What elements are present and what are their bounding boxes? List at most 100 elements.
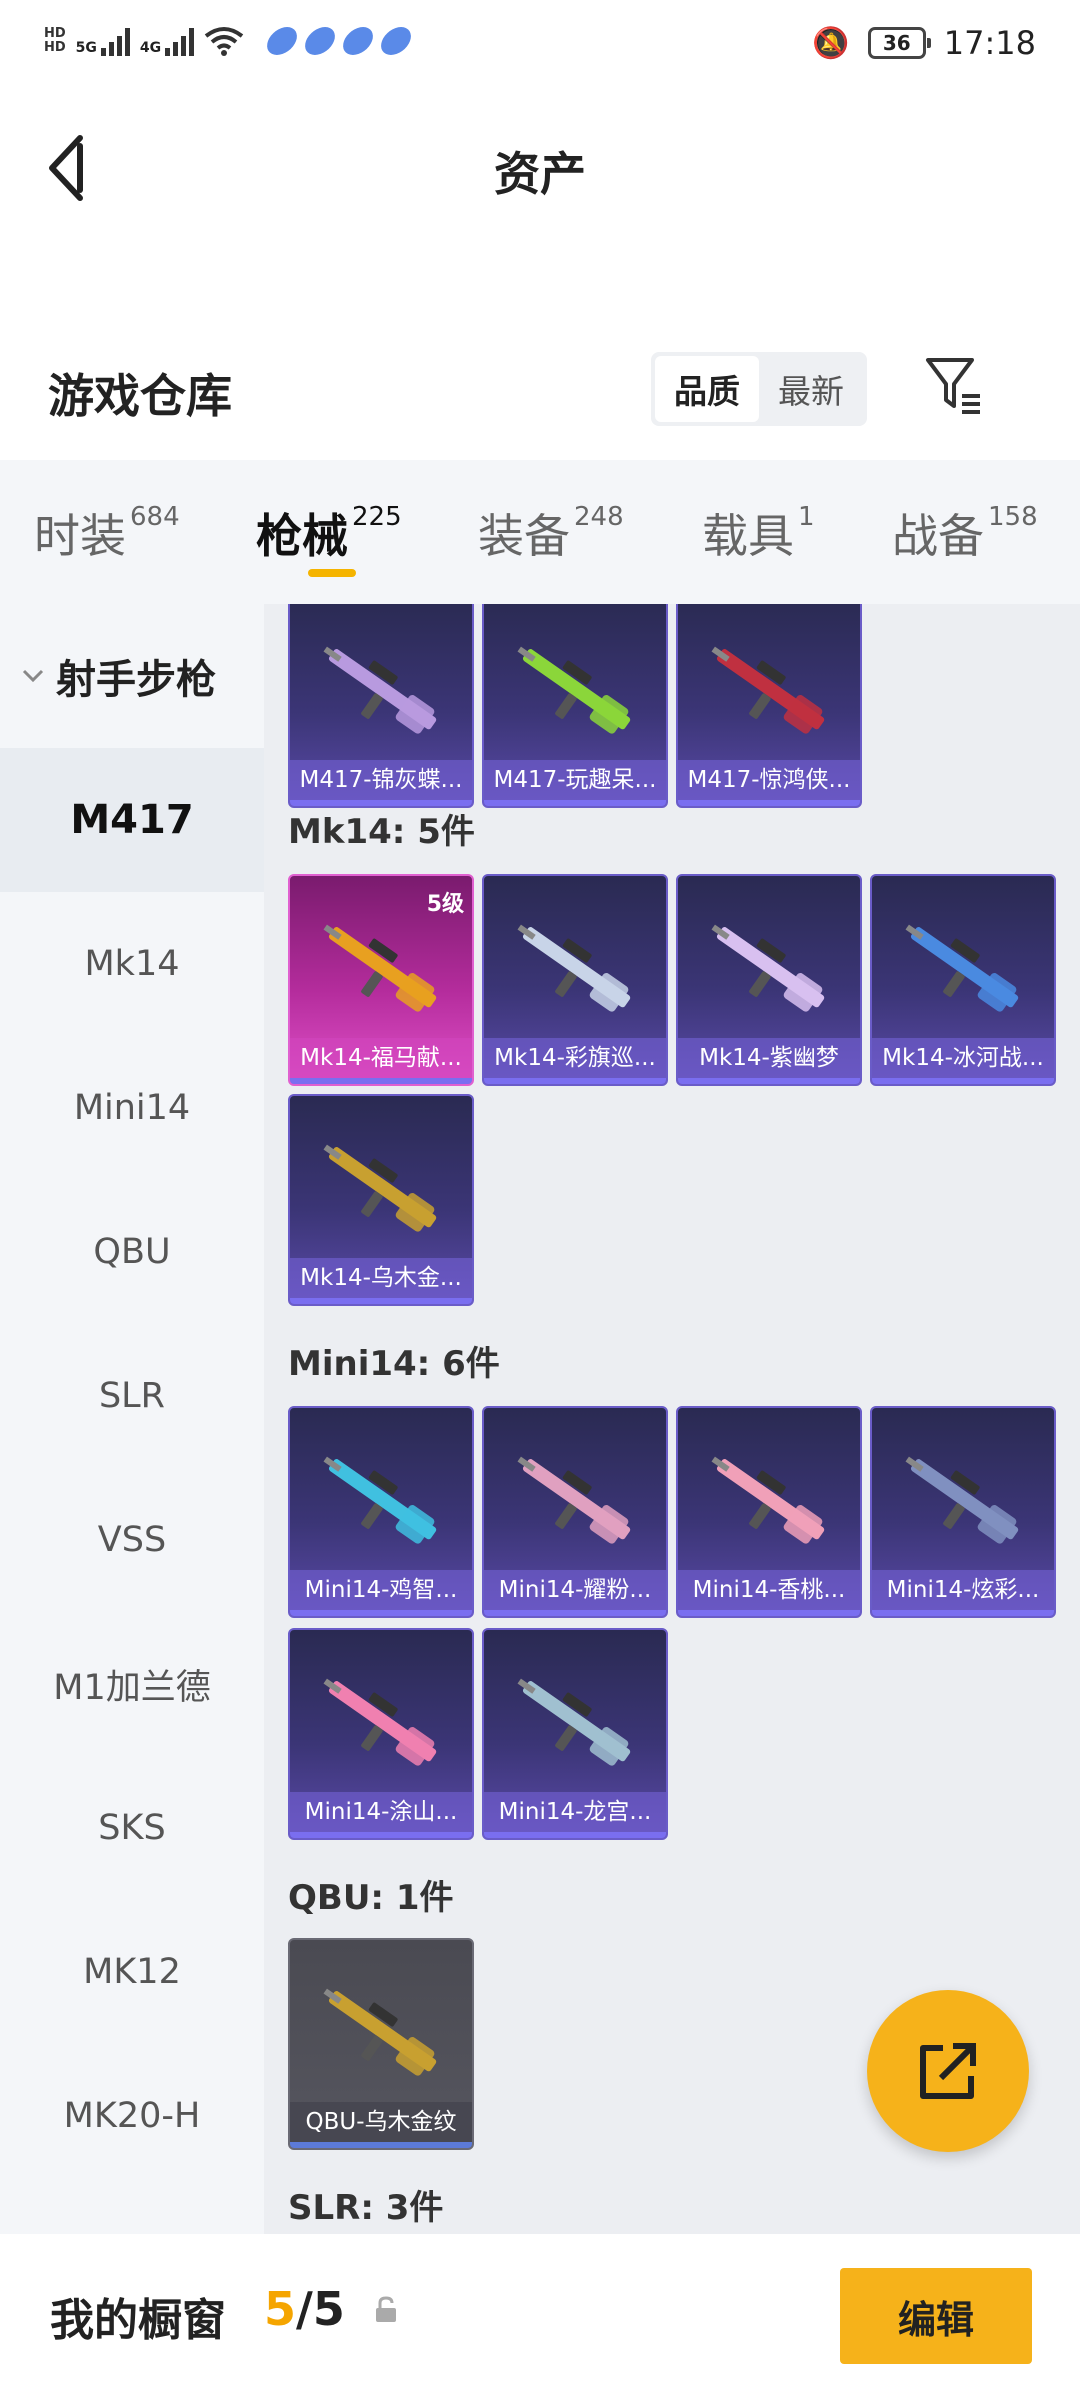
showcase-separator: /: [296, 2282, 313, 2336]
weapon-skin-image: [323, 1988, 437, 2076]
weapon-name: Mini14-鸡智...: [290, 1570, 472, 1610]
section-title-qbu: QBU: 1件: [288, 1878, 454, 1918]
weapon-skin-image: [711, 1456, 825, 1544]
battery-icon: 36: [867, 27, 931, 59]
section-title-mk14: Mk14: 5件: [288, 812, 475, 852]
wifi-icon: [204, 27, 244, 56]
sidebar-item-mk12[interactable]: MK12: [0, 1900, 264, 2044]
weapon-name: Mk14-福马献...: [290, 1038, 472, 1078]
tab-count: 684: [130, 502, 180, 532]
app-notification-icon: [339, 27, 378, 55]
weapon-skin-image: [517, 924, 631, 1012]
filter-icon[interactable]: [924, 356, 984, 416]
sidebar-item-qbu[interactable]: QBU: [0, 1180, 264, 1324]
signal-5g-icon: 5G: [76, 26, 130, 56]
weapon-name: Mk14-彩旗巡...: [484, 1038, 666, 1078]
weapon-skin-image: [711, 646, 825, 734]
warehouse-title: 游戏仓库: [48, 369, 232, 423]
weapon-card[interactable]: Mk14-彩旗巡...: [482, 874, 668, 1086]
signal-4g-icon: 4G: [140, 26, 195, 56]
clock: 17:18: [943, 24, 1036, 62]
weapon-name: Mk14-紫幽梦: [678, 1038, 860, 1078]
weapon-name: Mini14-龙宫...: [484, 1792, 666, 1832]
tab-count: 1: [798, 502, 815, 532]
share-fab[interactable]: [867, 1990, 1029, 2152]
weapon-name: Mini14-香桃...: [678, 1570, 860, 1610]
weapon-card[interactable]: Mk14-乌木金...: [288, 1094, 474, 1306]
tab-supplies[interactable]: 战备 158: [892, 500, 1038, 566]
weapon-card[interactable]: Mini14-涂山...: [288, 1628, 474, 1840]
sidebar-item-vss[interactable]: VSS: [0, 1468, 264, 1612]
tab-weapons[interactable]: 枪械 225: [256, 500, 402, 566]
weapon-card[interactable]: M417-惊鸿侠...: [676, 604, 862, 808]
weapon-skin-image: [517, 1456, 631, 1544]
weapon-name: Mini14-涂山...: [290, 1792, 472, 1832]
status-right: 🔕 36 17:18: [812, 24, 1036, 62]
weapon-skin-image: [323, 646, 437, 734]
weapon-grid: Mk14: 5件 Mini14: 6件 QBU: 1件 SLR: 3件 M417…: [264, 604, 1080, 2234]
bell-muted-icon: 🔕: [812, 25, 850, 61]
tab-outfits[interactable]: 时装 684: [34, 500, 180, 566]
weapon-name: Mk14-冰河战...: [872, 1038, 1054, 1078]
sidebar-group-dmr[interactable]: 射手步枪: [0, 604, 264, 748]
status-left: HD HD 5G 4G: [44, 26, 416, 56]
tab-label: 时装: [34, 509, 126, 563]
showcase-max: 5: [312, 2282, 345, 2336]
page-title: 资产: [494, 147, 586, 201]
weapon-skin-image: [323, 1678, 437, 1766]
sidebar: 射手步枪 M417 Mk14 Mini14 QBU SLR VSS M1加兰德 …: [0, 604, 264, 2234]
sidebar-item-mk14[interactable]: Mk14: [0, 892, 264, 1036]
sidebar-item-mini14[interactable]: Mini14: [0, 1036, 264, 1180]
weapon-skin-image: [323, 1144, 437, 1232]
weapon-card[interactable]: Mini14-炫彩...: [870, 1406, 1056, 1618]
weapon-skin-image: [517, 646, 631, 734]
tab-label: 枪械: [256, 509, 348, 563]
chevron-down-icon: [22, 669, 44, 683]
tab-count: 225: [352, 502, 402, 532]
weapon-skin-image: [711, 924, 825, 1012]
category-tabs: 时装 684 枪械 225 装备 248 载具 1 战备 158: [0, 460, 1080, 604]
weapon-card[interactable]: QBU-乌木金纹: [288, 1938, 474, 2150]
showcase-count: 5/5: [264, 2282, 345, 2336]
sidebar-item-mk20h[interactable]: MK20-H: [0, 2044, 264, 2188]
status-bar: HD HD 5G 4G 🔕 36 17:18: [0, 0, 1080, 100]
weapon-card[interactable]: 5级 Mk14-福马献...: [288, 874, 474, 1086]
sidebar-item-sks[interactable]: SKS: [0, 1756, 264, 1900]
weapon-name: QBU-乌木金纹: [290, 2102, 472, 2142]
weapon-card[interactable]: M417-玩趣呆...: [482, 604, 668, 808]
sidebar-item-m417[interactable]: M417: [0, 748, 264, 892]
weapon-skin-image: [323, 1456, 437, 1544]
section-title-slr: SLR: 3件: [288, 2188, 444, 2228]
sort-quality-button[interactable]: 品质: [655, 356, 759, 422]
weapon-card[interactable]: Mini14-龙宫...: [482, 1628, 668, 1840]
weapon-card[interactable]: Mk14-紫幽梦: [676, 874, 862, 1086]
weapon-skin-image: [323, 924, 437, 1012]
app-notification-icon: [301, 27, 340, 55]
showcase-bar: 我的橱窗 5/5 编辑: [0, 2234, 1080, 2400]
share-export-icon: [920, 2043, 976, 2099]
weapon-card[interactable]: Mk14-冰河战...: [870, 874, 1056, 1086]
weapon-name: Mini14-炫彩...: [872, 1570, 1054, 1610]
battery-level: 36: [882, 31, 911, 55]
tab-label: 载具: [702, 509, 794, 563]
weapon-card[interactable]: Mini14-耀粉...: [482, 1406, 668, 1618]
app-notification-icon: [377, 27, 416, 55]
edit-button[interactable]: 编辑: [840, 2268, 1032, 2364]
sort-newest-button[interactable]: 最新: [759, 356, 863, 422]
weapon-card[interactable]: Mini14-香桃...: [676, 1406, 862, 1618]
sidebar-item-m1-garand[interactable]: M1加兰德: [0, 1612, 264, 1756]
sidebar-item-slr[interactable]: SLR: [0, 1324, 264, 1468]
weapon-skin-image: [517, 1678, 631, 1766]
sort-toggle: 品质 最新: [651, 352, 867, 426]
tab-vehicles[interactable]: 载具 1: [702, 500, 815, 566]
weapon-card[interactable]: M417-锦灰蝶...: [288, 604, 474, 808]
showcase-label: 我的橱窗: [50, 2295, 226, 2346]
unlock-icon: [376, 2296, 396, 2322]
weapon-skin-image: [905, 1456, 1019, 1544]
weapon-card[interactable]: Mini14-鸡智...: [288, 1406, 474, 1618]
weapon-name: Mini14-耀粉...: [484, 1570, 666, 1610]
weapon-name: Mk14-乌木金...: [290, 1258, 472, 1298]
app-notification-icon: [263, 27, 302, 55]
tab-equipment[interactable]: 装备 248: [478, 500, 624, 566]
nav-bar: 资产: [0, 100, 1080, 240]
